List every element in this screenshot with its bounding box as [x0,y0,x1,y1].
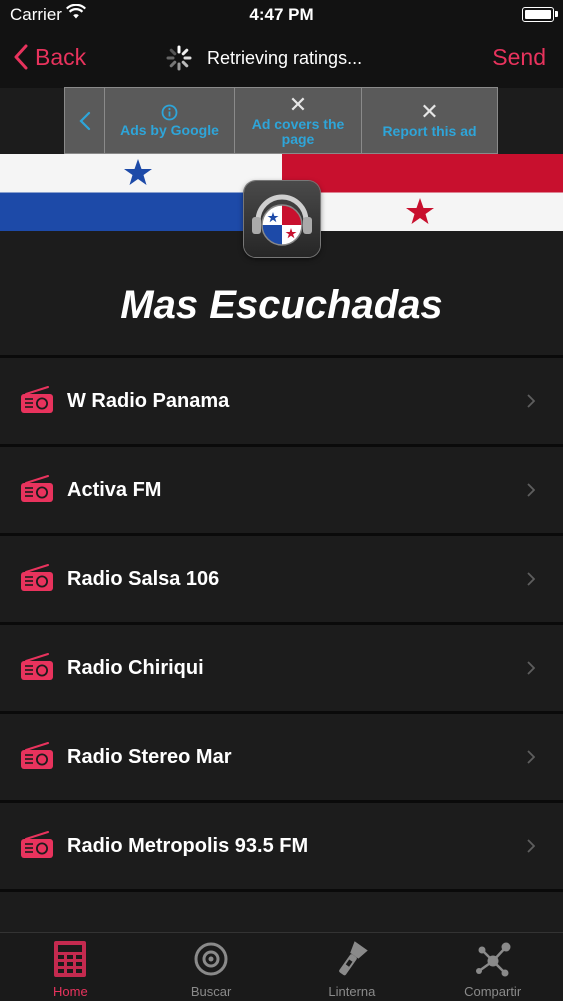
station-list-item[interactable]: Radio Salsa 106 [0,533,563,622]
station-list-item[interactable]: Radio Metropolis 93.5 FM [0,800,563,889]
report-ad-label: Report this ad [382,123,477,139]
chevron-right-icon [527,394,535,408]
chevron-right-icon [527,661,535,675]
list-divider [0,889,563,892]
share-icon [475,942,511,977]
tab-compartir[interactable]: Compartir [422,933,563,1001]
station-name: Radio Stereo Mar [67,746,232,768]
close-icon: ✕ [420,99,439,124]
tab-buscar-label: Buscar [190,984,232,999]
station-name: Radio Salsa 106 [67,568,220,590]
chevron-right-icon [527,750,535,764]
radio-icon [21,653,53,680]
station-name: Radio Metropolis 93.5 FM [67,835,309,857]
station-list-item[interactable]: Activa FM [0,444,563,533]
loading-status: Retrieving ratings... [165,44,362,72]
ad-banner: Ads by Google ✕ Ad covers the page ✕ Rep… [64,87,498,154]
target-icon [194,942,228,976]
navigation-bar: Back Retrieving ratings... Send [0,30,563,88]
back-button[interactable]: Back [14,42,86,72]
app-logo [244,181,320,257]
radio-icon [21,564,53,591]
ad-collapse-button[interactable] [65,88,105,153]
ads-by-google-label: Ads by Google [120,121,219,138]
back-label: Back [35,43,87,70]
ad-covers-page-button[interactable]: ✕ Ad covers the page [235,88,362,153]
radio-icon [21,386,53,413]
tab-home-label: Home [53,984,88,999]
chevron-left-icon [14,44,28,70]
calculator-icon [54,941,87,977]
page-title: Mas Escuchadas [120,283,443,327]
tab-compartir-label: Compartir [464,984,522,999]
radio-headphones-flag-icon [252,194,312,246]
tab-buscar[interactable]: Buscar [141,933,282,1001]
tab-linterna-label: Linterna [328,984,376,999]
station-list-item[interactable]: Radio Chiriqui [0,622,563,711]
chevron-right-icon [527,572,535,586]
status-bar: Carrier 4:47 PM [0,0,563,30]
station-name: W Radio Panama [67,390,230,412]
ads-by-google-button[interactable]: Ads by Google [105,88,235,153]
report-ad-button[interactable]: ✕ Report this ad [362,88,497,153]
radio-icon [21,742,53,769]
info-icon [161,104,178,120]
radio-icon [21,831,53,858]
station-name: Activa FM [67,479,162,501]
send-button[interactable]: Send [492,44,546,71]
chevron-left-icon [78,111,90,130]
status-text: Retrieving ratings... [207,47,363,68]
battery-icon [522,7,558,22]
station-list: W Radio Panama Activa FM Radio Salsa 106 [0,355,563,892]
chevron-right-icon [527,483,535,497]
flashlight-icon [339,941,368,976]
tab-bar: Home Buscar Linterna Compartir [0,932,563,1001]
radio-icon [21,475,53,502]
station-list-item[interactable]: Radio Stereo Mar [0,711,563,800]
clock: 4:47 PM [249,5,314,24]
chevron-right-icon [527,839,535,853]
tab-home[interactable]: Home [0,933,141,1001]
tab-linterna[interactable]: Linterna [282,933,423,1001]
station-list-item[interactable]: W Radio Panama [0,355,563,444]
spinner-icon [166,45,192,71]
close-icon: ✕ [288,91,308,117]
station-name: Radio Chiriqui [67,657,204,679]
ad-covers-page-label: Ad covers the page [251,115,345,147]
